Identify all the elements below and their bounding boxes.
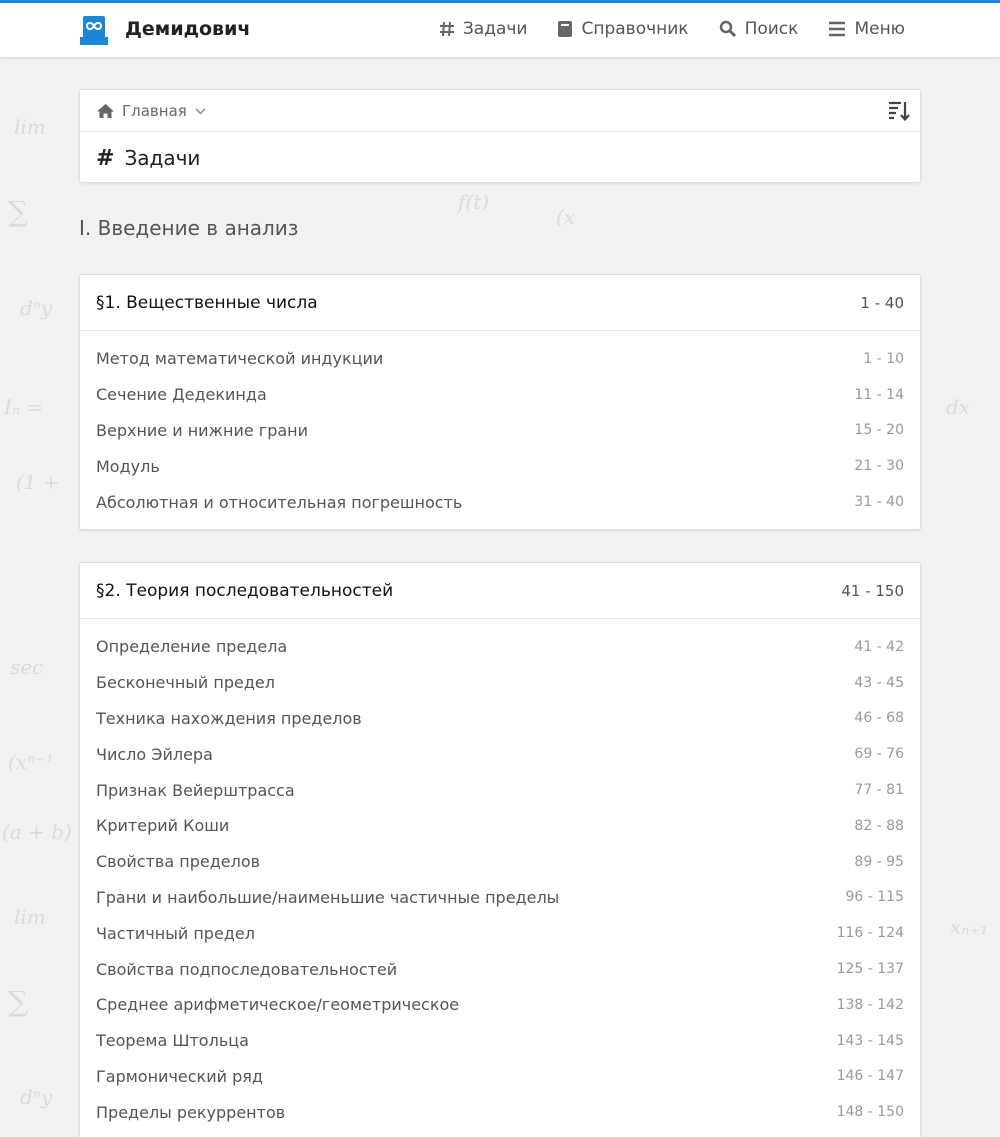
- topic-range: 148 - 150: [836, 1104, 904, 1121]
- list-item[interactable]: Свойства подпоследовательностей 125 - 137: [96, 951, 904, 987]
- topic-range: 89 - 95: [854, 853, 904, 870]
- topic-label: Среднее арифметическое/геометрическое: [96, 995, 460, 1015]
- topic-label: Теорема Штольца: [96, 1031, 249, 1051]
- list-item[interactable]: Сечение Дедекинда 11 - 14: [96, 377, 904, 413]
- hash-icon: [439, 21, 455, 37]
- list-item[interactable]: Техника нахождения пределов 46 - 68: [96, 701, 904, 737]
- topic-range: 15 - 20: [854, 422, 904, 439]
- page-heading: # Задачи: [80, 132, 920, 184]
- menu-icon: [828, 21, 846, 37]
- top-navbar: Демидович Задачи Справочник Поиск Меню: [0, 0, 1000, 57]
- list-item[interactable]: Среднее арифметическое/геометрическое 138…: [96, 987, 904, 1023]
- home-icon: [96, 103, 115, 119]
- list-item[interactable]: Метод математической индукции 1 - 10: [96, 341, 904, 377]
- topic-label: Свойства подпоследовательностей: [96, 959, 398, 979]
- topic-range: 43 - 45: [854, 674, 904, 691]
- infinity-logo-icon: [80, 16, 108, 45]
- list-item[interactable]: Свойства пределов 89 - 95: [96, 844, 904, 880]
- nav-reference[interactable]: Справочник: [557, 19, 689, 39]
- section-title: §1. Вещественные числа: [96, 292, 318, 313]
- nav-menu[interactable]: Меню: [828, 19, 905, 39]
- topic-label: Сечение Дедекинда: [96, 385, 267, 405]
- nav-reference-label: Справочник: [581, 19, 689, 39]
- section-card: §2. Теория последовательностей 41 - 150 …: [79, 562, 921, 1137]
- topic-range: 77 - 81: [854, 782, 904, 799]
- search-icon: [719, 20, 737, 38]
- topic-range: 96 - 115: [845, 889, 905, 906]
- list-item[interactable]: Теорема Штольца 143 - 145: [96, 1023, 904, 1059]
- topic-label: Верхние и нижние грани: [96, 420, 309, 440]
- list-item[interactable]: Грани и наибольшие/наименьшие частичные …: [96, 880, 904, 916]
- topic-label: Число Эйлера: [96, 744, 213, 764]
- topic-label: Пределы рекуррентов: [96, 1102, 286, 1122]
- topic-label: Техника нахождения пределов: [96, 708, 362, 728]
- topic-range: 69 - 76: [854, 746, 904, 763]
- list-item[interactable]: Модуль 21 - 30: [96, 448, 904, 484]
- list-item[interactable]: Критерий Коши 82 - 88: [96, 808, 904, 844]
- topic-range: 46 - 68: [854, 710, 904, 727]
- section-title: §2. Теория последовательностей: [96, 580, 394, 601]
- chevron-down-icon: [195, 104, 206, 118]
- nav-problems[interactable]: Задачи: [439, 19, 528, 39]
- section-range: 1 - 40: [860, 293, 904, 312]
- section-header[interactable]: §1. Вещественные числа 1 - 40: [80, 275, 920, 331]
- page-title: Задачи: [124, 146, 201, 170]
- list-item[interactable]: Число Эйлера 69 - 76: [96, 736, 904, 772]
- breadcrumb-card: Главная # Задачи: [79, 89, 921, 183]
- breadcrumb-home-label: Главная: [122, 101, 187, 120]
- topic-range: 21 - 30: [854, 458, 904, 475]
- topic-label: Свойства пределов: [96, 852, 261, 872]
- topic-range: 41 - 42: [854, 638, 904, 655]
- topic-label: Признак Вейерштрасса: [96, 780, 295, 800]
- topic-label: Абсолютная и относительная погрешность: [96, 492, 463, 512]
- list-item[interactable]: Гармонический ряд 146 - 147: [96, 1059, 904, 1095]
- list-item[interactable]: Бесконечный предел 43 - 45: [96, 665, 904, 701]
- section-range: 41 - 150: [841, 581, 904, 600]
- list-item[interactable]: Признак Вейерштрасса 77 - 81: [96, 772, 904, 808]
- topic-range: 146 - 147: [836, 1068, 904, 1085]
- sort-button[interactable]: [888, 101, 910, 125]
- topic-range: 125 - 137: [836, 961, 904, 978]
- brand-name: Демидович: [125, 18, 251, 40]
- topic-list: Метод математической индукции 1 - 10 Сече…: [80, 331, 920, 520]
- topic-range: 116 - 124: [836, 925, 904, 942]
- topic-range: 1 - 10: [863, 350, 904, 367]
- topic-label: Грани и наибольшие/наименьшие частичные …: [96, 887, 560, 907]
- nav-menu-label: Меню: [854, 19, 905, 39]
- topic-range: 82 - 88: [854, 817, 904, 834]
- nav-search[interactable]: Поиск: [719, 19, 799, 39]
- book-icon: [557, 20, 573, 38]
- nav-problems-label: Задачи: [462, 19, 528, 39]
- list-item[interactable]: Пределы рекуррентов 148 - 150: [96, 1094, 904, 1130]
- topic-label: Определение предела: [96, 637, 288, 657]
- section-card: §1. Вещественные числа 1 - 40 Метод мате…: [79, 274, 921, 530]
- topic-label: Частичный предел: [96, 923, 255, 943]
- topic-range: 138 - 142: [836, 996, 904, 1013]
- list-item[interactable]: Верхние и нижние грани 15 - 20: [96, 413, 904, 449]
- topic-label: Бесконечный предел: [96, 673, 275, 693]
- nav-search-label: Поиск: [744, 19, 799, 39]
- chapter-title: I. Введение в анализ: [79, 216, 299, 240]
- list-item[interactable]: Определение предела 41 - 42: [96, 629, 904, 665]
- sort-icon: [889, 101, 910, 122]
- topic-range: 143 - 145: [836, 1032, 904, 1049]
- topic-label: Критерий Коши: [96, 816, 230, 836]
- topic-label: Метод математической индукции: [96, 349, 384, 369]
- section-header[interactable]: §2. Теория последовательностей 41 - 150: [80, 563, 920, 619]
- breadcrumb: Главная: [80, 90, 920, 132]
- topic-label: Модуль: [96, 456, 160, 476]
- topic-range: 11 - 14: [854, 386, 904, 403]
- breadcrumb-home[interactable]: Главная: [96, 102, 206, 120]
- list-item[interactable]: Абсолютная и относительная погрешность 31…: [96, 484, 904, 520]
- hash-icon: #: [96, 145, 115, 171]
- list-item[interactable]: Частичный предел 116 - 124: [96, 915, 904, 951]
- topic-label: Гармонический ряд: [96, 1066, 263, 1086]
- topic-range: 31 - 40: [854, 494, 904, 511]
- main-nav: Задачи Справочник Поиск Меню: [409, 19, 905, 39]
- brand-link[interactable]: Демидович: [79, 13, 250, 45]
- topic-list: Определение предела 41 - 42 Бесконечный п…: [80, 619, 920, 1130]
